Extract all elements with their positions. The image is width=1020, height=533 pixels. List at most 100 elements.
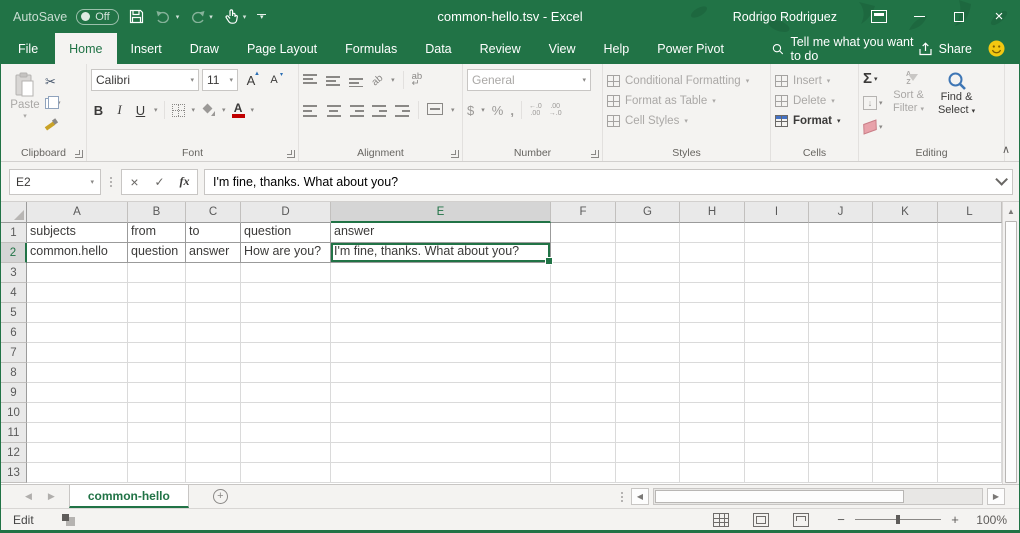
orientation-dropdown-icon[interactable]: ▾ xyxy=(391,76,395,84)
cell-H2[interactable] xyxy=(680,243,745,263)
font-name-combo[interactable]: Calibri▾ xyxy=(91,69,199,91)
scroll-up-button[interactable]: ▲ xyxy=(1003,202,1019,220)
tell-me-box[interactable]: Tell me what you want to do xyxy=(772,33,918,64)
cell-K4[interactable] xyxy=(873,283,938,303)
cell-H8[interactable] xyxy=(680,363,745,383)
insert-cells-button[interactable]: Insert▾ xyxy=(775,71,854,91)
cell-K8[interactable] xyxy=(873,363,938,383)
scroll-left-button[interactable]: ◀ xyxy=(631,488,649,505)
cell-A7[interactable] xyxy=(27,343,128,363)
cell-F1[interactable] xyxy=(551,223,616,243)
alignment-dialog-launcher[interactable] xyxy=(451,150,459,158)
cell-H5[interactable] xyxy=(680,303,745,323)
cell-K9[interactable] xyxy=(873,383,938,403)
cell-F4[interactable] xyxy=(551,283,616,303)
cancel-entry-button[interactable]: × xyxy=(122,170,147,194)
page-layout-view-button[interactable] xyxy=(753,513,769,527)
cell-K11[interactable] xyxy=(873,423,938,443)
cell-L7[interactable] xyxy=(938,343,1002,363)
cell-G6[interactable] xyxy=(616,323,680,343)
cell-K1[interactable] xyxy=(873,223,938,243)
cell-C4[interactable] xyxy=(186,283,241,303)
cell-L10[interactable] xyxy=(938,403,1002,423)
sheet-tab-common-hello[interactable]: common-hello xyxy=(69,485,189,508)
cell-L13[interactable] xyxy=(938,463,1002,483)
cell-H13[interactable] xyxy=(680,463,745,483)
clear-button[interactable]: ▾ xyxy=(863,118,883,136)
cell-I9[interactable] xyxy=(745,383,809,403)
cell-E2[interactable]: I'm fine, thanks. What about you? xyxy=(331,243,551,263)
redo-dropdown[interactable]: ▾ xyxy=(209,13,213,21)
share-button[interactable]: Share xyxy=(918,33,972,64)
cell-F2[interactable] xyxy=(551,243,616,263)
cell-D1[interactable]: question xyxy=(241,223,331,243)
row-header-7[interactable]: 7 xyxy=(1,343,27,363)
cell-B13[interactable] xyxy=(128,463,186,483)
cell-K13[interactable] xyxy=(873,463,938,483)
cell-C7[interactable] xyxy=(186,343,241,363)
cell-C10[interactable] xyxy=(186,403,241,423)
cell-D13[interactable] xyxy=(241,463,331,483)
cell-G1[interactable] xyxy=(616,223,680,243)
cell-B11[interactable] xyxy=(128,423,186,443)
tab-file[interactable]: File xyxy=(1,33,55,64)
tab-formulas[interactable]: Formulas xyxy=(331,33,411,64)
vertical-scrollbar[interactable]: ▲ xyxy=(1002,202,1019,484)
cell-A9[interactable] xyxy=(27,383,128,403)
cell-J11[interactable] xyxy=(809,423,873,443)
borders-dropdown-icon[interactable]: ▾ xyxy=(192,106,196,114)
row-header-2[interactable]: 2 xyxy=(1,243,27,263)
cell-K10[interactable] xyxy=(873,403,938,423)
row-header-8[interactable]: 8 xyxy=(1,363,27,383)
accounting-format-button[interactable]: $ xyxy=(467,103,474,118)
minimize-button[interactable] xyxy=(899,0,939,33)
paste-button[interactable]: Paste ▾ xyxy=(5,69,45,144)
cell-E10[interactable] xyxy=(331,403,551,423)
horizontal-scroll-track[interactable] xyxy=(653,488,983,505)
normal-view-button[interactable] xyxy=(713,513,729,527)
font-size-combo[interactable]: 11▾ xyxy=(202,69,238,91)
cell-H4[interactable] xyxy=(680,283,745,303)
cell-C3[interactable] xyxy=(186,263,241,283)
cell-B1[interactable]: from xyxy=(128,223,186,243)
cell-J5[interactable] xyxy=(809,303,873,323)
macro-recording-button[interactable] xyxy=(62,514,75,526)
row-header-9[interactable]: 9 xyxy=(1,383,27,403)
column-header-B[interactable]: B xyxy=(128,202,186,223)
cell-C12[interactable] xyxy=(186,443,241,463)
scrollbar-resize-handle[interactable] xyxy=(621,492,623,502)
fill-button[interactable]: ↓▾ xyxy=(863,94,883,112)
cell-D10[interactable] xyxy=(241,403,331,423)
formula-bar-drag-handle[interactable] xyxy=(107,177,115,187)
cell-I2[interactable] xyxy=(745,243,809,263)
cell-G4[interactable] xyxy=(616,283,680,303)
cell-I7[interactable] xyxy=(745,343,809,363)
cell-G5[interactable] xyxy=(616,303,680,323)
column-header-F[interactable]: F xyxy=(551,202,616,223)
column-header-I[interactable]: I xyxy=(745,202,809,223)
underline-button[interactable]: U xyxy=(133,100,148,120)
cell-I11[interactable] xyxy=(745,423,809,443)
row-header-11[interactable]: 11 xyxy=(1,423,27,443)
decrease-font-size-button[interactable]: A▾ xyxy=(264,70,284,90)
cell-F8[interactable] xyxy=(551,363,616,383)
italic-button[interactable]: I xyxy=(112,100,127,120)
cell-I12[interactable] xyxy=(745,443,809,463)
cell-F9[interactable] xyxy=(551,383,616,403)
cell-C13[interactable] xyxy=(186,463,241,483)
cell-J6[interactable] xyxy=(809,323,873,343)
cell-E4[interactable] xyxy=(331,283,551,303)
horizontal-scroll-thumb[interactable] xyxy=(655,490,904,503)
cell-H6[interactable] xyxy=(680,323,745,343)
cell-E3[interactable] xyxy=(331,263,551,283)
align-bottom-button[interactable] xyxy=(349,74,364,87)
collapse-ribbon-button[interactable]: ∧ xyxy=(1002,143,1010,156)
format-as-table-button[interactable]: Format as Table▾ xyxy=(607,91,766,111)
undo-dropdown[interactable]: ▾ xyxy=(176,13,180,21)
cell-F12[interactable] xyxy=(551,443,616,463)
cell-G11[interactable] xyxy=(616,423,680,443)
tab-page-layout[interactable]: Page Layout xyxy=(233,33,331,64)
autosum-button[interactable]: Σ▾ xyxy=(863,70,883,88)
align-middle-button[interactable] xyxy=(326,74,341,87)
cell-A11[interactable] xyxy=(27,423,128,443)
